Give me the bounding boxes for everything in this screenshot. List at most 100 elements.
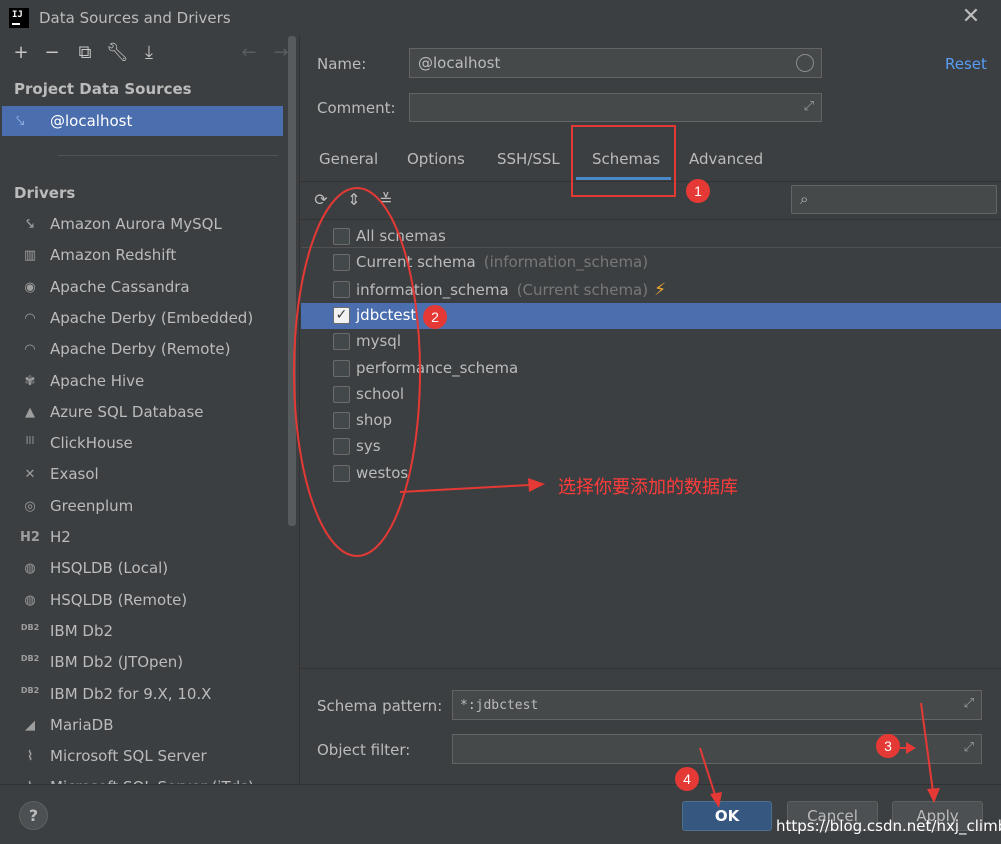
divider <box>58 155 278 156</box>
schema-checkbox[interactable] <box>333 281 350 298</box>
driver-label: ClickHouse <box>50 434 133 452</box>
title-bar: IJ Data Sources and Drivers ✕ <box>0 0 1001 36</box>
driver-item[interactable]: ⌇ Microsoft SQL Server <box>0 742 285 772</box>
reset-link[interactable]: Reset <box>945 55 987 73</box>
driver-item[interactable]: ◍ HSQLDB (Remote) <box>0 586 285 616</box>
driver-item[interactable]: DB2 IBM Db2 <box>0 617 285 647</box>
driver-label: IBM Db2 (JTOpen) <box>50 653 184 671</box>
duplicate-icon[interactable]: ⧉ <box>74 42 96 64</box>
schema-row[interactable]: ✓ jdbctest <box>301 303 1001 329</box>
schema-row[interactable]: sys <box>301 434 1001 460</box>
ok-button[interactable]: OK <box>682 801 772 831</box>
driver-label: MariaDB <box>50 716 114 734</box>
schema-checkbox[interactable] <box>333 254 350 271</box>
list-bottom-divider <box>301 668 1001 669</box>
driver-label: Microsoft SQL Server <box>50 747 207 765</box>
collapse-all-icon[interactable]: ≚ <box>376 190 396 210</box>
schema-row[interactable]: Current schema (information_schema) <box>301 250 1001 276</box>
data-source-label: @localhost <box>50 112 133 130</box>
driver-item[interactable]: ◎ Greenplum <box>0 492 285 522</box>
driver-label: Amazon Redshift <box>50 246 177 264</box>
schema-checkbox[interactable] <box>333 333 350 350</box>
driver-icon: ◍ <box>24 593 36 608</box>
name-value: @localhost <box>418 54 501 72</box>
schema-name: Current schema <box>356 253 476 271</box>
annotation-badge-4: 4 <box>675 767 699 791</box>
schema-checkbox[interactable] <box>333 228 350 245</box>
color-circle-icon[interactable] <box>796 54 814 72</box>
remove-icon[interactable]: − <box>41 42 63 64</box>
driver-item[interactable]: DB2 IBM Db2 (JTOpen) <box>0 648 285 678</box>
driver-item[interactable]: ✕ Exasol <box>0 460 285 490</box>
expand-icon[interactable]: ⤢ <box>964 740 974 755</box>
driver-item[interactable]: ◍ HSQLDB (Local) <box>0 554 285 584</box>
driver-icon: ▲ <box>25 405 35 420</box>
driver-icon: ◢ <box>25 718 35 733</box>
annotation-badge-3: 3 <box>876 734 900 758</box>
driver-icon: ◍ <box>24 561 36 576</box>
schema-search-input[interactable]: ⌕ <box>791 185 997 214</box>
driver-item[interactable]: ⌇Microsoft SQL Server (jTds) <box>0 773 285 784</box>
schema-checkbox[interactable] <box>333 465 350 482</box>
schema-pattern-field[interactable]: *:jdbctest ⤢ <box>452 690 982 720</box>
schema-checkbox[interactable] <box>333 412 350 429</box>
driver-item[interactable]: ▲ Azure SQL Database <box>0 398 285 428</box>
tab-options[interactable]: Options <box>407 150 465 168</box>
tab-general[interactable]: General <box>319 150 378 168</box>
close-icon[interactable]: ✕ <box>960 6 982 28</box>
schema-checkbox[interactable] <box>333 386 350 403</box>
schema-label: All schemas <box>356 227 446 245</box>
driver-icon: DB2 <box>20 654 40 663</box>
driver-icon: DB2 <box>20 623 40 632</box>
schema-row[interactable]: shop <box>301 408 1001 434</box>
schema-name: jdbctest <box>356 306 417 324</box>
comment-field[interactable]: ⤢ <box>409 93 822 122</box>
tab-schemas[interactable]: Schemas <box>592 150 660 168</box>
driver-item[interactable]: ⤥ Amazon Aurora MySQL <box>0 210 285 240</box>
name-label: Name: <box>317 55 367 73</box>
driver-item[interactable]: DB2 IBM Db2 for 9.X, 10.X <box>0 680 285 710</box>
driver-item[interactable]: ◠ Apache Derby (Remote) <box>0 335 285 365</box>
schema-checkbox[interactable] <box>333 360 350 377</box>
object-filter-field[interactable]: ⤢ <box>452 734 982 764</box>
expand-all-icon[interactable]: ⇕ <box>344 190 364 210</box>
driver-icon: ⤥ <box>26 217 34 232</box>
schema-row[interactable]: information_schema (Current schema) ⚡ <box>301 277 1001 303</box>
add-icon[interactable]: + <box>10 42 32 64</box>
import-icon[interactable]: ⤓ <box>138 42 160 64</box>
schema-checkbox[interactable]: ✓ <box>333 307 350 324</box>
expand-icon[interactable]: ⤢ <box>964 696 974 711</box>
tab-advanced[interactable]: Advanced <box>689 150 763 168</box>
driver-item[interactable]: ◠ Apache Derby (Embedded) <box>0 304 285 334</box>
schema-hint: (information_schema) <box>483 253 649 271</box>
all-schemas-divider <box>301 247 1001 248</box>
active-tab-indicator <box>576 177 671 180</box>
driver-item[interactable]: ◉ Apache Cassandra <box>0 273 285 303</box>
driver-icon: ⌇ <box>26 749 34 764</box>
refresh-icon[interactable]: ⟳ <box>311 190 331 210</box>
driver-label: Apache Derby (Embedded) <box>50 309 254 327</box>
back-icon[interactable]: ← <box>238 42 260 64</box>
driver-icon: ▥ <box>23 248 37 263</box>
driver-item[interactable]: H2 H2 <box>0 523 285 553</box>
schema-pattern-label: Schema pattern: <box>317 697 443 715</box>
data-source-localhost[interactable]: ⤥ @localhost <box>2 106 283 136</box>
tab-ssh-ssl[interactable]: SSH/SSL <box>497 150 560 168</box>
name-field[interactable]: @localhost <box>409 48 822 78</box>
help-button[interactable]: ? <box>19 801 48 830</box>
schema-row[interactable]: performance_schema <box>301 356 1001 382</box>
left-scrollbar[interactable] <box>288 36 296 526</box>
schema-checkbox[interactable] <box>333 438 350 455</box>
schema-row[interactable]: mysql <box>301 329 1001 355</box>
driver-item[interactable]: ▥ Amazon Redshift <box>0 241 285 271</box>
driver-item[interactable]: ◢ MariaDB <box>0 711 285 741</box>
schema-row[interactable]: school <box>301 382 1001 408</box>
expand-icon[interactable]: ⤢ <box>804 99 814 114</box>
driver-label: Greenplum <box>50 497 134 515</box>
object-filter-label: Object filter: <box>317 741 411 759</box>
wrench-icon[interactable]: 🔧︎ <box>106 42 129 64</box>
driver-item[interactable]: ||| ClickHouse <box>0 429 285 459</box>
driver-item[interactable]: ✾ Apache Hive <box>0 367 285 397</box>
driver-label: Exasol <box>50 465 99 483</box>
search-icon: ⌕ <box>800 190 809 208</box>
